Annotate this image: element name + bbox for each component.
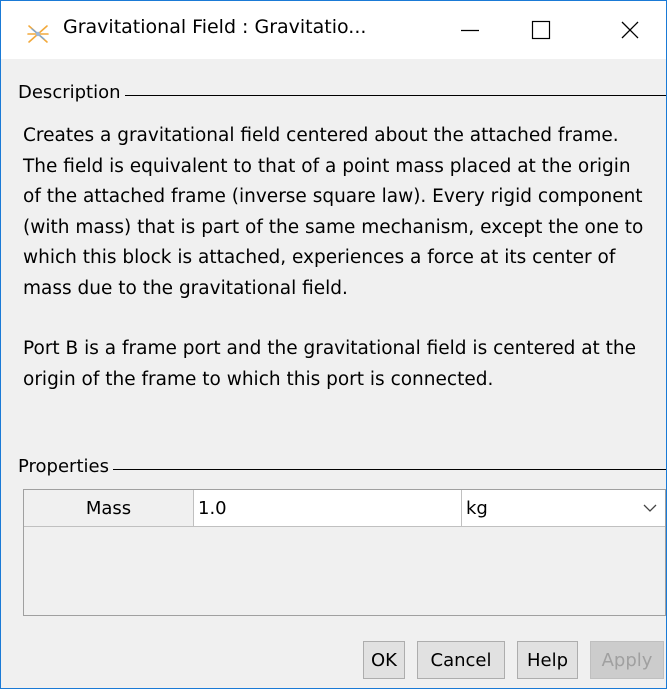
description-group-label: Description <box>18 82 125 103</box>
property-name-cell: Mass <box>24 490 194 527</box>
table-row: Mass 1.0 kg <box>24 490 665 528</box>
help-button[interactable]: Help <box>517 641 578 679</box>
gravity-star-icon <box>27 23 49 45</box>
ok-button[interactable]: OK <box>363 641 405 679</box>
properties-table: Mass 1.0 kg <box>23 489 666 616</box>
window-title: Gravitational Field : Gravitatio... <box>63 16 367 38</box>
chevron-down-icon <box>643 504 657 512</box>
apply-button[interactable]: Apply <box>590 641 664 679</box>
properties-divider <box>18 469 666 470</box>
title-bar[interactable]: Gravitational Field : Gravitatio... <box>1 1 666 59</box>
minimize-button[interactable] <box>441 1 499 59</box>
description-text: Creates a gravitational field centered a… <box>23 121 653 395</box>
description-paragraph: Port B is a frame port and the gravitati… <box>23 338 637 390</box>
dialog-window: Gravitational Field : Gravitatio... Desc… <box>0 0 667 689</box>
unit-selected-value: kg <box>466 497 488 519</box>
cancel-button[interactable]: Cancel <box>417 641 505 679</box>
maximize-button[interactable] <box>512 1 570 59</box>
minimize-icon <box>461 29 479 32</box>
mass-value-input[interactable]: 1.0 <box>194 490 462 527</box>
properties-group-label: Properties <box>18 456 113 477</box>
description-paragraph: Creates a gravitational field centered a… <box>23 125 644 299</box>
close-button[interactable] <box>601 1 659 59</box>
mass-unit-dropdown[interactable]: kg <box>462 490 665 527</box>
maximize-icon <box>531 20 551 40</box>
close-icon <box>621 21 639 39</box>
